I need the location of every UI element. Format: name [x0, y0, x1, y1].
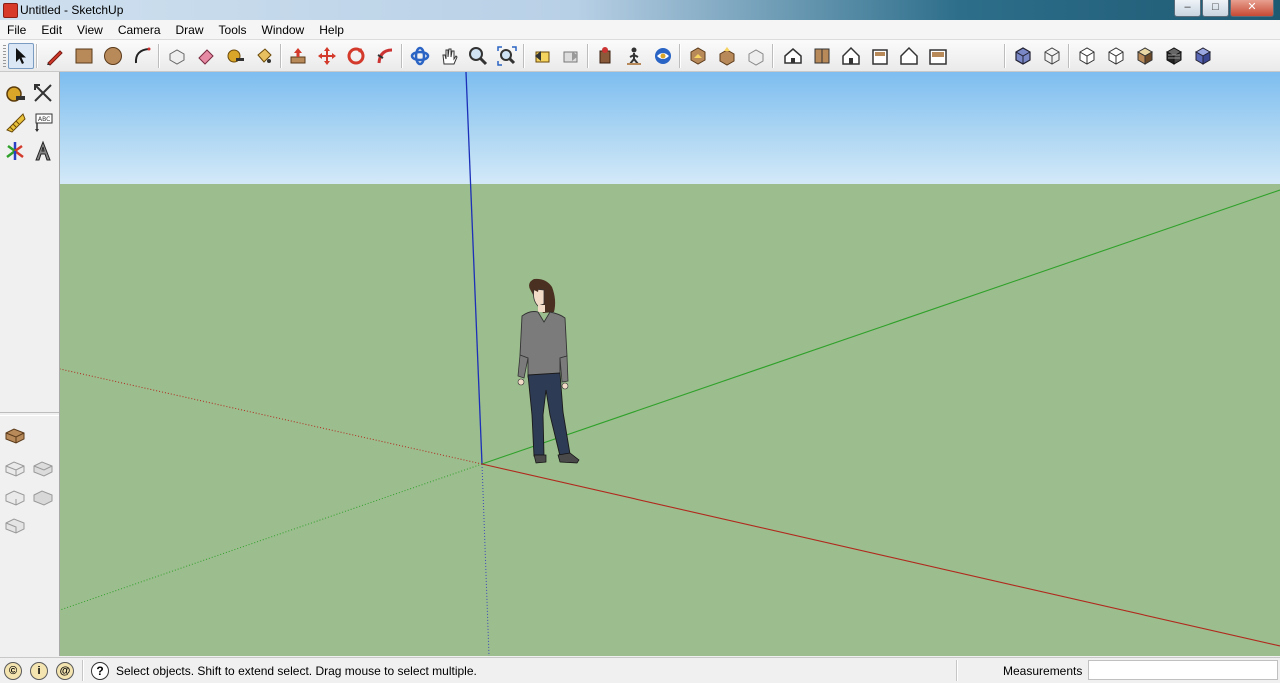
main-toolbar [0, 40, 1280, 72]
iso-view-icon[interactable] [780, 43, 806, 69]
paint-bucket-icon[interactable] [251, 43, 277, 69]
select-tool-icon[interactable] [8, 43, 34, 69]
left-tool-palette: ABC [0, 72, 60, 656]
menu-help[interactable]: Help [312, 23, 352, 37]
menu-view[interactable]: View [70, 23, 111, 37]
follow-me-icon[interactable] [372, 43, 398, 69]
move-icon[interactable] [314, 43, 340, 69]
walk-icon[interactable] [621, 43, 647, 69]
left-view-icon[interactable] [925, 43, 951, 69]
red-axis-negative [60, 368, 483, 465]
make-component-icon[interactable] [164, 43, 190, 69]
maximize-button[interactable]: □ [1202, 0, 1229, 17]
standard-view-3-icon[interactable] [2, 484, 28, 510]
shaded-with-textures-icon[interactable] [1132, 43, 1158, 69]
sketchup-app-icon[interactable] [3, 3, 18, 18]
toolbar-grip[interactable] [3, 45, 6, 67]
position-camera-icon[interactable] [592, 43, 618, 69]
back-view-icon[interactable] [896, 43, 922, 69]
orbit-icon[interactable] [407, 43, 433, 69]
previous-view-icon[interactable] [529, 43, 555, 69]
menu-tools[interactable]: Tools [212, 23, 255, 37]
share-model-icon[interactable] [743, 43, 769, 69]
green-axis [481, 189, 1280, 465]
3d-text-icon[interactable] [30, 138, 56, 164]
standard-view-4-icon[interactable] [30, 484, 56, 510]
scale-figure[interactable] [517, 278, 580, 464]
circle-tool-icon[interactable] [100, 43, 126, 69]
wireframe-icon[interactable] [1039, 43, 1065, 69]
credits-icon[interactable]: i [30, 662, 48, 680]
palette-divider [0, 412, 59, 416]
zoom-icon[interactable] [465, 43, 491, 69]
standard-view-5-icon[interactable] [2, 512, 28, 538]
front-view-icon[interactable] [838, 43, 864, 69]
svg-text:ABC: ABC [38, 116, 50, 123]
menu-camera[interactable]: Camera [111, 23, 169, 37]
rotate-icon[interactable] [343, 43, 369, 69]
axes-icon[interactable] [2, 138, 28, 164]
geo-location-icon[interactable]: © [4, 662, 22, 680]
next-view-icon[interactable] [558, 43, 584, 69]
status-bar: © i @ ? Select objects. Shift to extend … [0, 657, 1280, 683]
tape-measure-icon[interactable] [222, 43, 248, 69]
help-icon[interactable]: ? [91, 662, 109, 680]
right-view-icon[interactable] [867, 43, 893, 69]
standard-view-2-icon[interactable] [30, 455, 56, 481]
color-by-layer-icon[interactable] [1190, 43, 1216, 69]
zoom-extents-icon[interactable] [494, 43, 520, 69]
menu-window[interactable]: Window [255, 23, 313, 37]
standard-view-1-icon[interactable] [2, 455, 28, 481]
blue-axis [465, 72, 483, 465]
minimize-button[interactable]: – [1174, 0, 1201, 17]
arc-tool-icon[interactable] [129, 43, 155, 69]
menu-draw[interactable]: Draw [169, 23, 212, 37]
green-axis-negative [60, 463, 483, 611]
get-models-icon[interactable] [714, 43, 740, 69]
window-controls: – □ ✕ [1173, 0, 1274, 18]
blue-axis-negative [481, 463, 490, 656]
measurements-input[interactable] [1088, 660, 1278, 680]
pan-icon[interactable] [436, 43, 462, 69]
protractor-icon[interactable] [2, 109, 28, 135]
monochrome-icon[interactable] [1161, 43, 1187, 69]
xray-icon[interactable] [1010, 43, 1036, 69]
measurements-label: Measurements [1003, 664, 1083, 678]
title-bar: Untitled - SketchUp – □ ✕ [0, 0, 1280, 20]
tape-measure-icon[interactable] [2, 80, 28, 106]
model-axes [60, 72, 1280, 656]
window-title: Untitled - SketchUp [20, 3, 124, 17]
drawing-viewport[interactable] [60, 72, 1280, 656]
text-tool-icon[interactable]: ABC [30, 109, 56, 135]
hidden-line-icon[interactable] [1074, 43, 1100, 69]
dimension-icon[interactable] [30, 80, 56, 106]
close-button[interactable]: ✕ [1230, 0, 1274, 17]
status-message: Select objects. Shift to extend select. … [116, 664, 477, 678]
red-axis [481, 463, 1280, 647]
shaded-icon[interactable] [1103, 43, 1129, 69]
menu-bar: File Edit View Camera Draw Tools Window … [0, 20, 1280, 40]
look-around-icon[interactable] [650, 43, 676, 69]
pencil-line-tool-icon[interactable] [42, 43, 68, 69]
top-view-icon[interactable] [809, 43, 835, 69]
user-icon[interactable]: @ [56, 662, 74, 680]
rectangle-tool-icon[interactable] [71, 43, 97, 69]
layers-icon[interactable] [2, 422, 28, 448]
menu-file[interactable]: File [0, 23, 34, 37]
push-pull-icon[interactable] [285, 43, 311, 69]
menu-edit[interactable]: Edit [34, 23, 70, 37]
section-plane-icon[interactable] [685, 43, 711, 69]
eraser-icon[interactable] [193, 43, 219, 69]
